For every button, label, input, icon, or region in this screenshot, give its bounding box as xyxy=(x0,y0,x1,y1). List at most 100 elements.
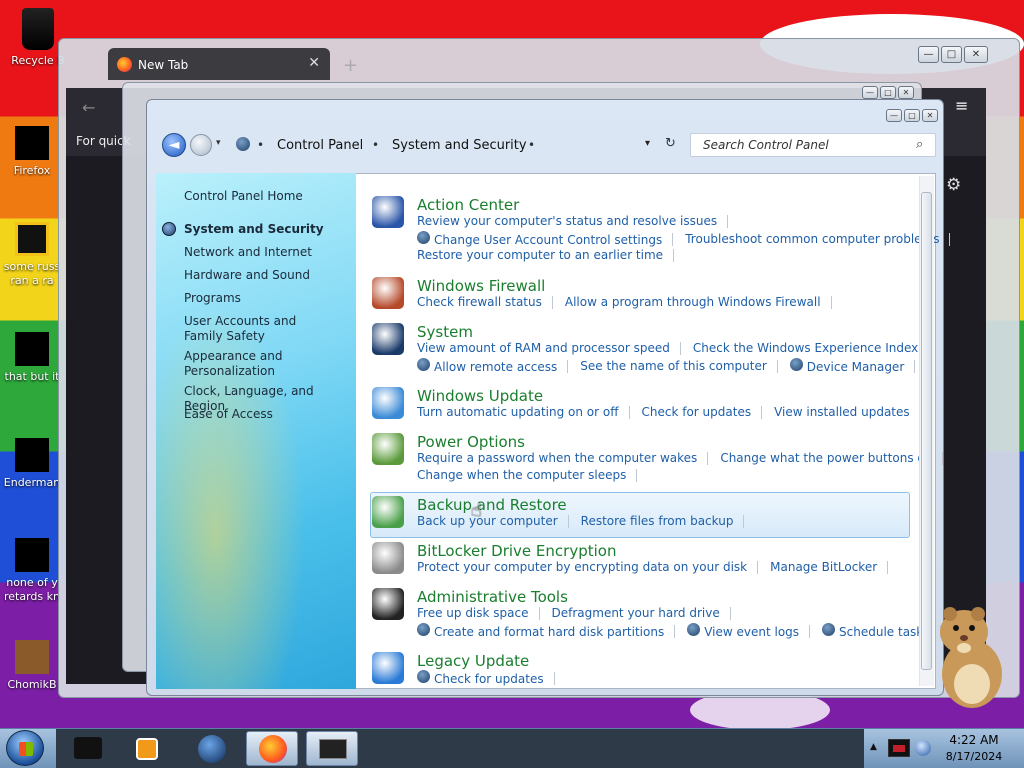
back-button[interactable]: ◄ xyxy=(162,133,186,157)
maximize-button[interactable]: □ xyxy=(941,46,962,63)
search-input[interactable]: Search Control Panel xyxy=(690,133,936,157)
task-link[interactable]: Defragment your hard drive xyxy=(552,606,720,620)
sidebar-item-network-and-internet[interactable]: Network and Internet xyxy=(184,245,349,260)
taskbar-app-drive[interactable] xyxy=(62,731,114,766)
breadcrumb-system-and-security[interactable]: System and Security xyxy=(392,138,527,153)
desktop-icon-file[interactable]: none of y retards kn xyxy=(0,538,64,604)
taskbar-app-globe[interactable] xyxy=(186,731,238,766)
task-link[interactable]: Require a password when the computer wak… xyxy=(417,451,697,465)
action-center-flag-icon[interactable] xyxy=(888,739,910,757)
task-link[interactable]: View installed updates xyxy=(774,405,910,419)
taskbar-app-media-player[interactable] xyxy=(122,731,174,766)
sidebar-item-user-accounts[interactable]: User Accounts and Family Safety xyxy=(184,314,334,344)
desktop-icon-chomik[interactable]: ChomikB xyxy=(0,640,64,692)
category-title[interactable]: Administrative Tools xyxy=(417,588,568,606)
category-title[interactable]: Action Center xyxy=(417,196,519,214)
category-title[interactable]: Legacy Update xyxy=(417,652,529,670)
task-link[interactable]: Check for updates xyxy=(642,405,752,419)
desktop-icon-firefox[interactable]: Firefox xyxy=(0,126,64,178)
task-link[interactable]: Restore your computer to an earlier time xyxy=(417,248,663,262)
refresh-icon[interactable]: ↻ xyxy=(665,136,676,151)
sidebar-item-hardware-and-sound[interactable]: Hardware and Sound xyxy=(184,268,349,283)
new-tab-button[interactable]: + xyxy=(343,55,358,76)
desktop-icon-label: some russ ran a ra xyxy=(3,260,61,287)
sidebar-item-programs[interactable]: Programs xyxy=(184,291,349,306)
task-link[interactable]: Manage BitLocker xyxy=(770,560,877,574)
task-link[interactable]: Check the Windows Experience Index xyxy=(693,341,918,355)
scrollbar-thumb[interactable] xyxy=(921,192,932,670)
tab-close-icon[interactable]: ✕ xyxy=(308,55,320,71)
task-link[interactable]: Allow remote access xyxy=(417,358,557,374)
task-link[interactable]: Back up your computer xyxy=(417,514,558,528)
task-link[interactable]: Troubleshoot common computer problems xyxy=(685,232,939,246)
start-button[interactable] xyxy=(6,730,44,766)
task-link[interactable]: Check firewall status xyxy=(417,295,542,309)
sidebar-item-control-panel-home[interactable]: Control Panel Home xyxy=(184,189,349,204)
task-link[interactable]: Free up disk space xyxy=(417,606,529,620)
task-link[interactable]: Protect your computer by encrypting data… xyxy=(417,560,747,574)
desktop-icon-file[interactable]: some russ ran a ra xyxy=(0,222,64,288)
show-hidden-icons-button[interactable]: ▲ xyxy=(870,742,877,752)
close-button[interactable]: ✕ xyxy=(922,109,938,122)
sidebar-item-appearance[interactable]: Appearance and Personalization xyxy=(184,349,294,379)
minimize-button[interactable]: — xyxy=(862,86,878,99)
link-separator xyxy=(707,451,709,465)
task-link[interactable]: Create and format hard disk partitions xyxy=(417,623,664,639)
category-task-row: View amount of RAM and processor speed Ch… xyxy=(417,341,941,355)
maximize-button[interactable]: □ xyxy=(904,109,920,122)
hamburger-menu-icon[interactable]: ≡ xyxy=(955,96,968,115)
task-link[interactable]: Check for updates xyxy=(417,670,544,686)
minimize-button[interactable]: — xyxy=(886,109,902,122)
search-icon[interactable]: ⌕ xyxy=(916,137,923,152)
hamster-icon xyxy=(15,640,49,674)
task-link[interactable]: View amount of RAM and processor speed xyxy=(417,341,670,355)
back-arrow-icon[interactable]: ← xyxy=(82,98,95,117)
recent-pages-dropdown[interactable]: ▾ xyxy=(216,138,221,148)
category-title[interactable]: Windows Firewall xyxy=(417,277,545,295)
category-title[interactable]: Backup and Restore xyxy=(417,496,567,514)
task-link[interactable]: Change what the power buttons do xyxy=(720,451,932,465)
clock-date[interactable]: 8/17/2024 xyxy=(940,750,1008,763)
clock-time[interactable]: 4:22 AM xyxy=(940,733,1008,747)
taskbar-app-firefox[interactable] xyxy=(246,731,298,766)
category-title[interactable]: Windows Update xyxy=(417,387,543,405)
task-link[interactable]: Allow a program through Windows Firewall xyxy=(565,295,821,309)
link-separator xyxy=(567,359,569,373)
sidebar-item-ease-of-access[interactable]: Ease of Access xyxy=(184,407,349,422)
link-separator xyxy=(809,624,811,638)
uac-shield-icon xyxy=(417,670,430,683)
task-link[interactable]: See the name of this computer xyxy=(580,359,767,373)
network-icon[interactable] xyxy=(915,740,931,756)
background-window-controls: — □ ✕ xyxy=(862,86,914,99)
link-separator xyxy=(942,451,944,465)
task-link[interactable]: Turn automatic updating on or off xyxy=(417,405,619,419)
link-separator xyxy=(761,405,763,419)
task-link[interactable]: Review your computer's status and resolv… xyxy=(417,214,717,228)
uac-shield-icon xyxy=(417,623,430,636)
task-link[interactable]: View event logs xyxy=(687,623,799,639)
close-button[interactable]: ✕ xyxy=(964,46,988,63)
link-separator xyxy=(567,514,569,528)
gear-icon[interactable]: ⚙ xyxy=(946,175,961,195)
task-link[interactable]: Change when the computer sleeps xyxy=(417,468,626,482)
close-button[interactable]: ✕ xyxy=(898,86,914,99)
maximize-button[interactable]: □ xyxy=(880,86,896,99)
category-title[interactable]: BitLocker Drive Encryption xyxy=(417,542,616,560)
task-link[interactable]: Restore files from backup xyxy=(581,514,734,528)
category-title[interactable]: Power Options xyxy=(417,433,525,451)
task-link[interactable]: Device Manager xyxy=(789,358,904,374)
taskbar-app-control-panel[interactable] xyxy=(306,731,358,766)
task-link[interactable]: Schedule tasks xyxy=(822,623,930,639)
desktop-icon-file[interactable]: that but it xyxy=(0,332,64,384)
address-dropdown-icon[interactable]: ▾ xyxy=(645,138,650,149)
browser-tab[interactable]: New Tab ✕ xyxy=(108,48,330,80)
task-link[interactable]: Change User Account Control settings xyxy=(417,231,662,247)
category-task-row: Free up disk space Defragment your hard d… xyxy=(417,606,743,620)
category-title[interactable]: System xyxy=(417,323,473,341)
sidebar-item-system-and-security[interactable]: System and Security xyxy=(184,222,349,237)
forward-button[interactable] xyxy=(190,134,212,156)
minimize-button[interactable]: — xyxy=(918,46,939,63)
monitor-icon xyxy=(319,739,347,759)
breadcrumb-control-panel[interactable]: Control Panel xyxy=(277,138,363,153)
desktop-icon-enderman[interactable]: Enderman xyxy=(0,438,64,490)
